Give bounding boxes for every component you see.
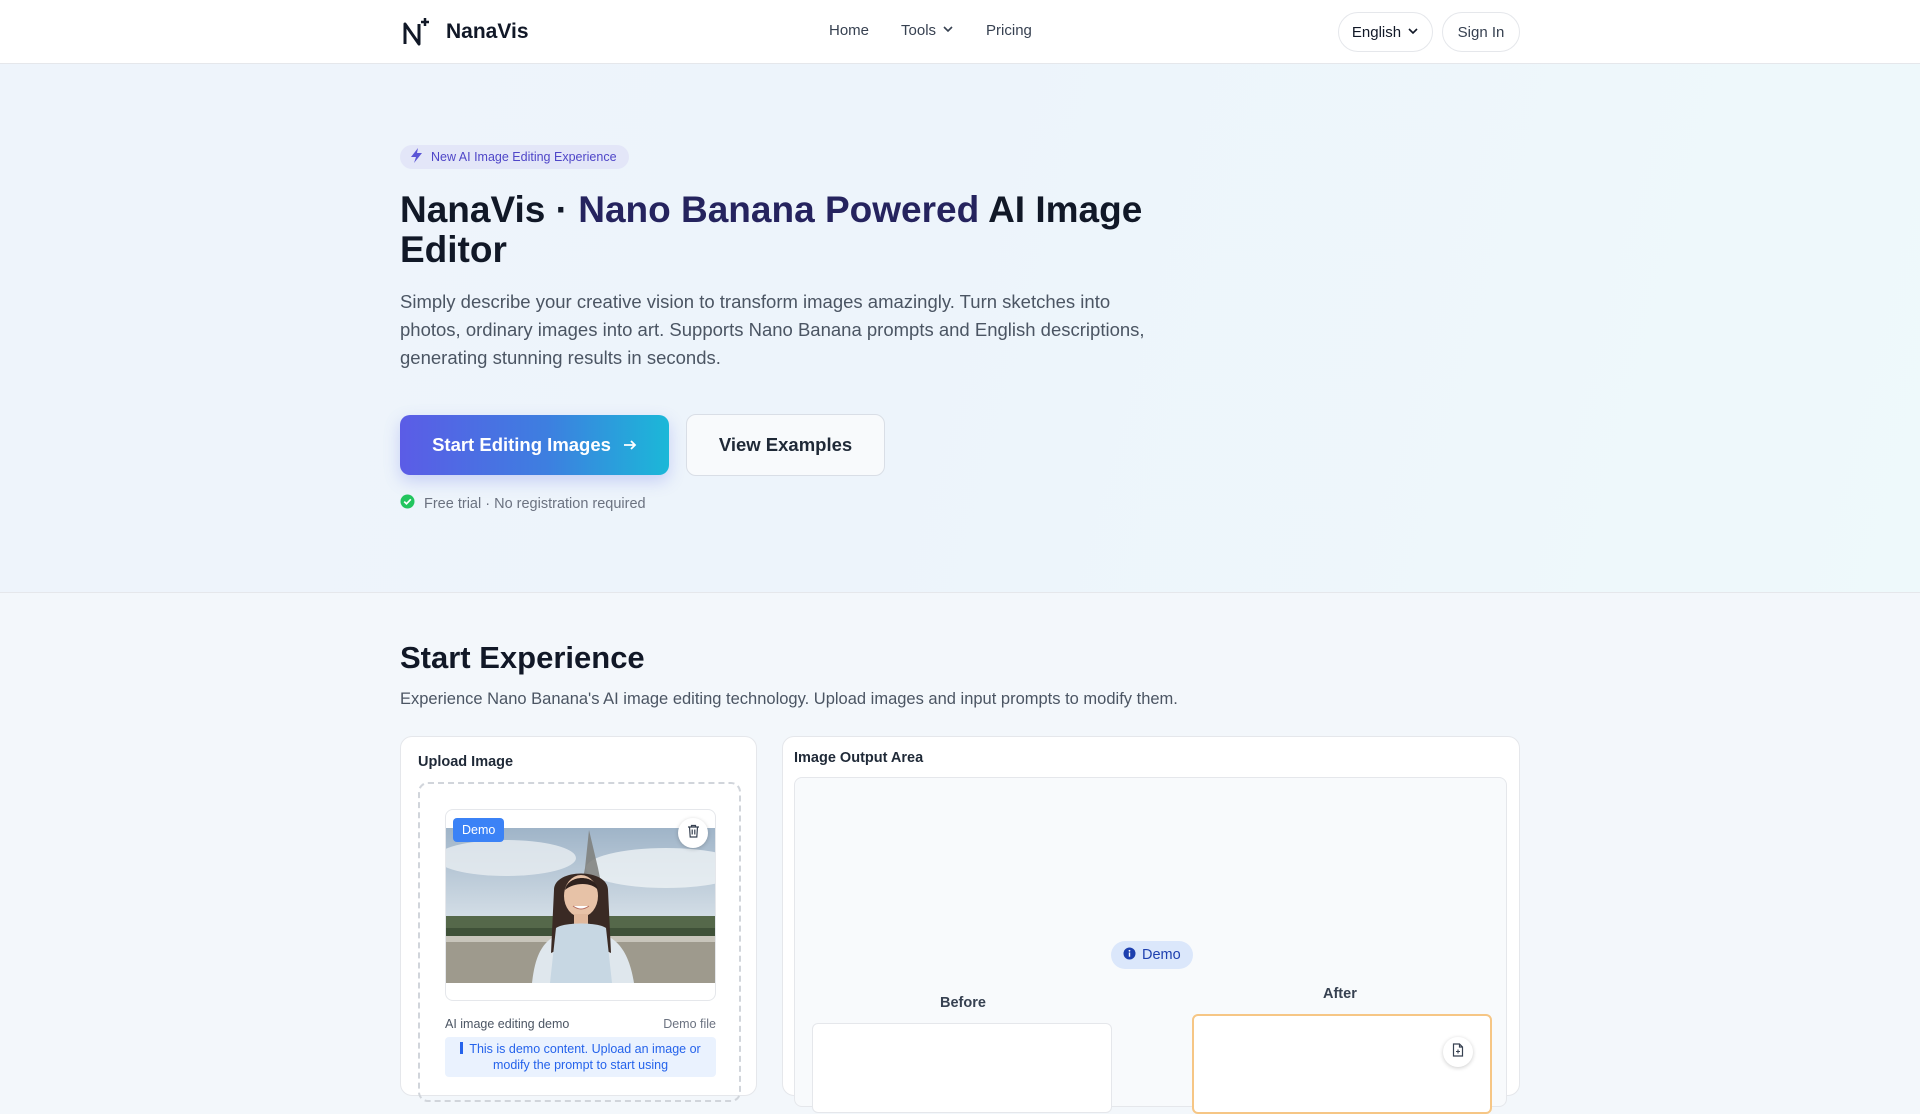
language-label: English [1351, 23, 1402, 41]
output-panel: Image Output Area Demo Before After [782, 736, 1520, 1114]
hero-section: New AI Image Editing Experience NanaVis … [0, 64, 1920, 593]
nav-tools-menu[interactable]: Tools [901, 22, 954, 39]
chevron-down-icon [942, 22, 954, 39]
top-nav: NanaVis Home Tools Pricing English Sign … [0, 0, 1920, 64]
upload-panel-label: Upload Image [418, 754, 514, 770]
document-button[interactable] [1443, 1037, 1473, 1067]
trial-note-text: Free trial · No registration required [424, 495, 646, 512]
check-circle-icon [400, 494, 415, 513]
hero-title: NanaVis · Nano Banana Powered AI Image E… [400, 190, 1160, 270]
output-panel-label: Image Output Area [794, 750, 924, 766]
language-selector[interactable]: English [1338, 12, 1433, 52]
arrow-right-icon [623, 434, 637, 456]
n-plus-logo-icon [400, 16, 432, 48]
file-name: AI image editing demo [445, 1017, 570, 1031]
upload-panel: Upload Image Demo AI image editing demo … [400, 736, 757, 1102]
hero-description: Simply describe your creative vision to … [400, 291, 1145, 368]
image-preview-card: Demo [445, 809, 716, 1001]
before-label: Before [940, 995, 986, 1011]
info-icon [1123, 947, 1136, 964]
demo-photo [446, 828, 715, 983]
file-meta: Demo file [663, 1017, 716, 1031]
demo-tag: Demo [453, 818, 505, 842]
start-editing-button[interactable]: Start Editing Images [400, 415, 669, 475]
demo-info-notice: This is demo content. Upload an image or… [445, 1037, 716, 1077]
section-title: Start Experience [400, 640, 645, 675]
trash-icon [687, 824, 700, 843]
brand-logo[interactable]: NanaVis [400, 16, 529, 48]
sign-in-button[interactable]: Sign In [1442, 12, 1520, 52]
lightning-icon [410, 148, 423, 166]
nav-tools-label: Tools [901, 22, 937, 39]
demo-pill-label: Demo [1142, 947, 1181, 963]
document-icon [1452, 1042, 1464, 1062]
nav-pricing-link[interactable]: Pricing [986, 22, 1032, 39]
delete-image-button[interactable] [678, 818, 708, 848]
hero-title-accent: Nano Banana Powered [578, 189, 980, 230]
nav-home-link[interactable]: Home [829, 22, 869, 39]
after-label: After [1323, 986, 1357, 1002]
hero-title-part1: NanaVis · [400, 189, 579, 230]
info-bar-icon [460, 1042, 464, 1054]
feature-badge-text: New AI Image Editing Experience [431, 150, 617, 164]
section-description: Experience Nano Banana's AI image editin… [400, 690, 1178, 708]
feature-badge: New AI Image Editing Experience [400, 145, 629, 169]
file-info-row: AI image editing demo Demo file [445, 1017, 716, 1031]
chevron-down-icon [1407, 24, 1419, 41]
after-image-box [1192, 1014, 1492, 1114]
demo-status-pill: Demo [1111, 941, 1193, 969]
start-editing-label: Start Editing Images [432, 434, 611, 455]
upload-dropzone[interactable]: Demo AI image editing demo Demo file Thi… [418, 782, 741, 1102]
brand-name: NanaVis [446, 20, 529, 43]
before-image-box [812, 1023, 1112, 1113]
trial-note: Free trial · No registration required [400, 494, 646, 513]
main-nav: Home Tools Pricing [829, 22, 1064, 39]
image-output-area: Demo Before After [794, 777, 1507, 1114]
demo-info-text: This is demo content. Upload an image or… [469, 1042, 701, 1072]
view-examples-button[interactable]: View Examples [686, 414, 885, 476]
